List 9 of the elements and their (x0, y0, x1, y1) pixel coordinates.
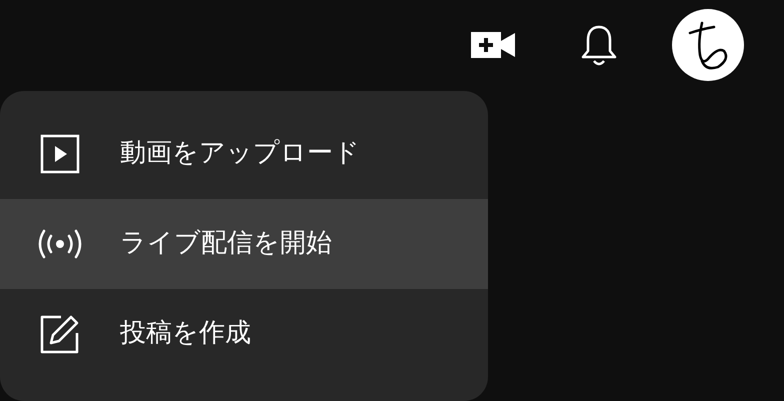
video-plus-icon[interactable] (471, 30, 517, 60)
broadcast-icon (36, 228, 84, 260)
menu-item[interactable]: ライブ配信を開始 (0, 198, 488, 289)
menu-item[interactable]: 動画をアップロード (0, 108, 488, 199)
menu-item[interactable]: 投稿を作成 (0, 288, 488, 379)
play-icon (40, 134, 80, 174)
edit-icon (39, 312, 81, 355)
bell-icon[interactable] (580, 23, 618, 68)
avatar-icon[interactable] (672, 9, 744, 82)
